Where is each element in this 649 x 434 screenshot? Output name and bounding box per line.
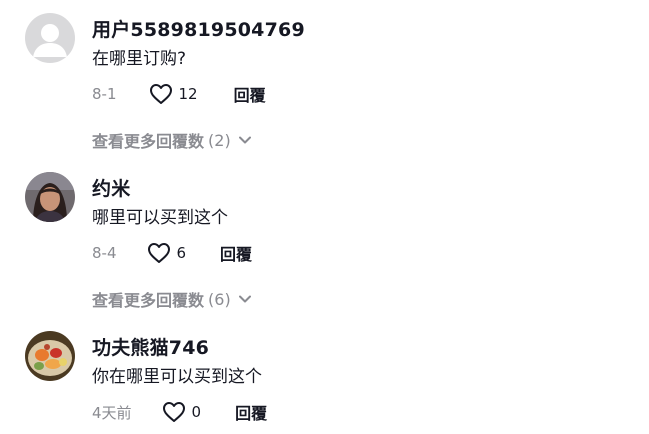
like-count: 0 — [191, 403, 202, 421]
comment-text: 你在哪里可以买到这个 — [92, 367, 262, 387]
view-more-replies-count: (2) — [208, 130, 231, 150]
food-photo-icon — [25, 331, 75, 381]
comment-date: 8-1 — [92, 85, 117, 103]
heart-icon — [147, 243, 170, 263]
reply-button[interactable]: 回覆 — [220, 241, 252, 265]
chevron-down-icon — [238, 295, 251, 303]
comment-meta: 8-4 6 回覆 — [92, 241, 252, 265]
like-button[interactable]: 0 — [162, 401, 202, 423]
reply-button[interactable]: 回覆 — [235, 400, 267, 424]
comment-meta: 4天前 0 回覆 — [92, 400, 267, 424]
heart-icon — [149, 84, 172, 104]
comment-date: 4天前 — [92, 403, 132, 422]
reply-button[interactable]: 回覆 — [234, 82, 266, 106]
chevron-down-icon — [238, 136, 251, 144]
like-button[interactable]: 12 — [149, 83, 198, 105]
view-more-replies-button[interactable]: 查看更多回覆数 (2) — [92, 128, 251, 152]
view-more-replies-button[interactable]: 查看更多回覆数 (6) — [92, 287, 251, 311]
avatar[interactable] — [25, 13, 75, 63]
comment-text: 哪里可以买到这个 — [92, 208, 228, 228]
view-more-replies-label: 查看更多回覆数 — [92, 132, 205, 151]
like-count: 6 — [176, 244, 187, 262]
avatar[interactable] — [25, 331, 75, 381]
comment-username[interactable]: 约米 — [92, 177, 130, 201]
view-more-replies-label: 查看更多回覆数 — [92, 291, 205, 310]
heart-icon — [162, 402, 185, 422]
default-user-icon — [25, 13, 75, 63]
comment-meta: 8-1 12 回覆 — [92, 82, 266, 106]
comment-date: 8-4 — [92, 244, 117, 262]
comment-username[interactable]: 功夫熊猫746 — [92, 336, 209, 360]
comment-username[interactable]: 用户5589819504769 — [92, 18, 305, 42]
view-more-replies-count: (6) — [208, 289, 231, 309]
like-count: 12 — [178, 85, 198, 103]
avatar[interactable] — [25, 172, 75, 222]
comment-text: 在哪里订购? — [92, 49, 187, 69]
like-button[interactable]: 6 — [147, 242, 187, 264]
profile-photo-icon — [25, 172, 75, 222]
